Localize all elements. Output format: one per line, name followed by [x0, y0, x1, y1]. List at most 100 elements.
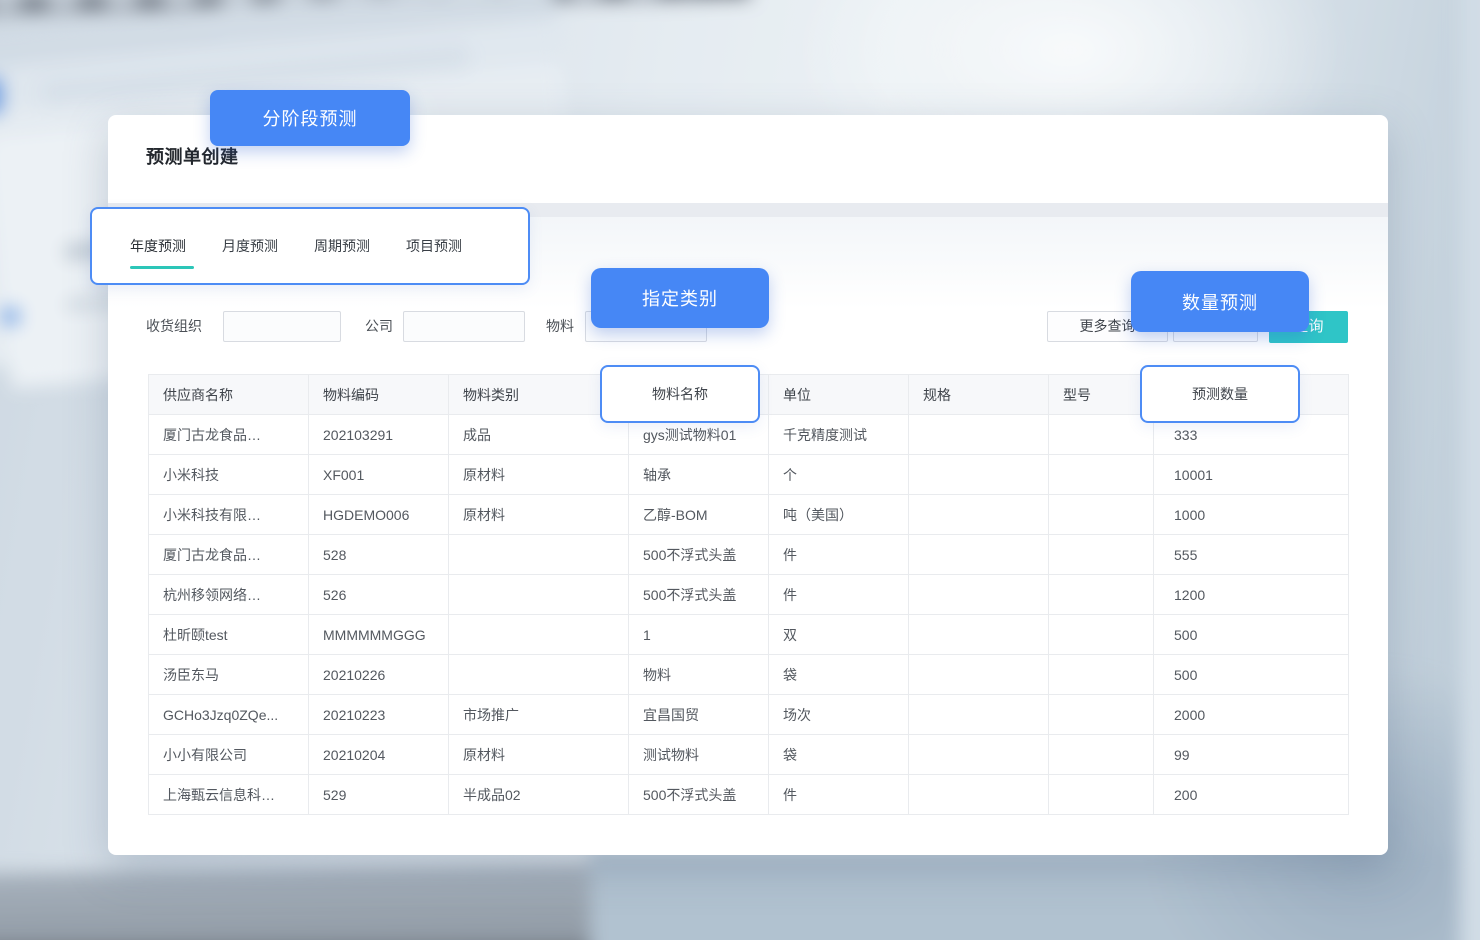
cell-unit: 件	[769, 535, 909, 575]
table-row[interactable]: 上海甄云信息科… 529 半成品02 500不浮式头盖 件 200	[149, 775, 1349, 815]
cell-forecast-qty: 200	[1154, 775, 1349, 815]
cell-spec	[909, 495, 1049, 535]
cell-material-name: 物料	[629, 655, 769, 695]
cell-material-name: 乙醇-BOM	[629, 495, 769, 535]
active-tab-underline	[130, 266, 194, 269]
cell-material-category: 半成品02	[449, 775, 629, 815]
table-row[interactable]: 小米科技 XF001 原材料 轴承 个 10001	[149, 455, 1349, 495]
cell-model	[1049, 695, 1154, 735]
cell-forecast-qty: 10001	[1154, 455, 1349, 495]
cell-model	[1049, 655, 1154, 695]
badge-specify-category: 指定类别	[591, 268, 769, 328]
tab-period-forecast[interactable]: 周期预测	[314, 236, 370, 256]
table-row[interactable]: 汤臣东马 20210226 物料 袋 500	[149, 655, 1349, 695]
cell-spec	[909, 695, 1049, 735]
cell-material-code: 529	[309, 775, 449, 815]
cell-model	[1049, 455, 1154, 495]
cell-material-name: 宜昌国贸	[629, 695, 769, 735]
cell-material-category: 原材料	[449, 495, 629, 535]
tab-annual-label: 年度预测	[130, 238, 186, 254]
table-row[interactable]: 小米科技有限… HGDEMO006 原材料 乙醇-BOM 吨（美国） 1000	[149, 495, 1349, 535]
cell-model	[1049, 535, 1154, 575]
cell-unit: 双	[769, 615, 909, 655]
receiving-org-input[interactable]	[223, 311, 341, 342]
cell-material-name: 轴承	[629, 455, 769, 495]
cell-supplier-name: 小小有限公司	[149, 735, 309, 775]
forecast-table-wrap: 供应商名称 物料编码 物料类别 物料名称 单位 规格 型号 预测数量 厦门古龙食…	[148, 374, 1348, 815]
cell-spec	[909, 535, 1049, 575]
cell-spec	[909, 775, 1049, 815]
column-model: 型号	[1049, 375, 1154, 415]
cell-spec	[909, 615, 1049, 655]
tab-project-label: 项目预测	[406, 238, 462, 254]
cell-material-name: 1	[629, 615, 769, 655]
cell-model	[1049, 415, 1154, 455]
cell-supplier-name: 厦门古龙食品…	[149, 415, 309, 455]
tab-bar-highlight-box: 年度预测 月度预测 周期预测 项目预测	[90, 207, 530, 285]
column-spec: 规格	[909, 375, 1049, 415]
forecast-qty-highlight-box: 预测数量	[1140, 365, 1300, 423]
cell-unit: 袋	[769, 735, 909, 775]
cell-spec	[909, 735, 1049, 775]
tab-annual-forecast[interactable]: 年度预测	[130, 236, 186, 256]
cell-supplier-name: 小米科技有限…	[149, 495, 309, 535]
table-row[interactable]: 小小有限公司 20210204 原材料 测试物料 袋 99	[149, 735, 1349, 775]
cell-supplier-name: 小米科技	[149, 455, 309, 495]
cell-material-code: 526	[309, 575, 449, 615]
cell-supplier-name: 杜昕颐test	[149, 615, 309, 655]
cell-forecast-qty: 2000	[1154, 695, 1349, 735]
cell-supplier-name: 杭州移领网络…	[149, 575, 309, 615]
badge-phased-forecast: 分阶段预测	[210, 90, 410, 146]
cell-model	[1049, 735, 1154, 775]
cell-material-category: 原材料	[449, 735, 629, 775]
cell-material-code: 20210226	[309, 655, 449, 695]
cell-model	[1049, 775, 1154, 815]
cell-supplier-name: GCHo3Jzq0ZQe...	[149, 695, 309, 735]
cell-material-code: 20210204	[309, 735, 449, 775]
cell-supplier-name: 汤臣东马	[149, 655, 309, 695]
cell-supplier-name: 上海甄云信息科…	[149, 775, 309, 815]
cell-forecast-qty: 1200	[1154, 575, 1349, 615]
page-title: 预测单创建	[146, 143, 239, 169]
cell-material-category	[449, 535, 629, 575]
cell-material-code: MMMMMMGGG	[309, 615, 449, 655]
cell-forecast-qty: 500	[1154, 615, 1349, 655]
company-input[interactable]	[403, 311, 525, 342]
column-unit: 单位	[769, 375, 909, 415]
receiving-org-label: 收货组织	[146, 311, 202, 342]
cell-supplier-name: 厦门古龙食品…	[149, 535, 309, 575]
column-material-code: 物料编码	[309, 375, 449, 415]
cell-model	[1049, 615, 1154, 655]
cell-material-name: 测试物料	[629, 735, 769, 775]
cell-material-code: 202103291	[309, 415, 449, 455]
cell-material-category: 原材料	[449, 455, 629, 495]
table-row[interactable]: 杜昕颐test MMMMMMGGG 1 双 500	[149, 615, 1349, 655]
cell-unit: 千克精度测试	[769, 415, 909, 455]
table-row[interactable]: GCHo3Jzq0ZQe... 20210223 市场推广 宜昌国贸 场次 20…	[149, 695, 1349, 735]
material-name-highlight-box: 物料名称	[600, 365, 760, 423]
cell-unit: 吨（美国）	[769, 495, 909, 535]
tab-period-label: 周期预测	[314, 238, 370, 254]
cell-spec	[909, 455, 1049, 495]
cell-unit: 件	[769, 575, 909, 615]
column-supplier-name: 供应商名称	[149, 375, 309, 415]
cell-unit: 场次	[769, 695, 909, 735]
table-row[interactable]: 厦门古龙食品… 528 500不浮式头盖 件 555	[149, 535, 1349, 575]
cell-material-code: HGDEMO006	[309, 495, 449, 535]
cell-spec	[909, 415, 1049, 455]
table-row[interactable]: 杭州移领网络… 526 500不浮式头盖 件 1200	[149, 575, 1349, 615]
tab-project-forecast[interactable]: 项目预测	[406, 236, 462, 256]
cell-material-name: 500不浮式头盖	[629, 575, 769, 615]
cell-unit: 袋	[769, 655, 909, 695]
cell-material-category: 市场推广	[449, 695, 629, 735]
cell-spec	[909, 575, 1049, 615]
cell-forecast-qty: 555	[1154, 535, 1349, 575]
material-label: 物料	[546, 311, 574, 342]
cell-model	[1049, 495, 1154, 535]
tab-monthly-forecast[interactable]: 月度预测	[222, 236, 278, 256]
cell-unit: 个	[769, 455, 909, 495]
cell-material-code: 20210223	[309, 695, 449, 735]
cell-material-name: 500不浮式头盖	[629, 535, 769, 575]
cell-material-name: 500不浮式头盖	[629, 775, 769, 815]
cell-forecast-qty: 99	[1154, 735, 1349, 775]
